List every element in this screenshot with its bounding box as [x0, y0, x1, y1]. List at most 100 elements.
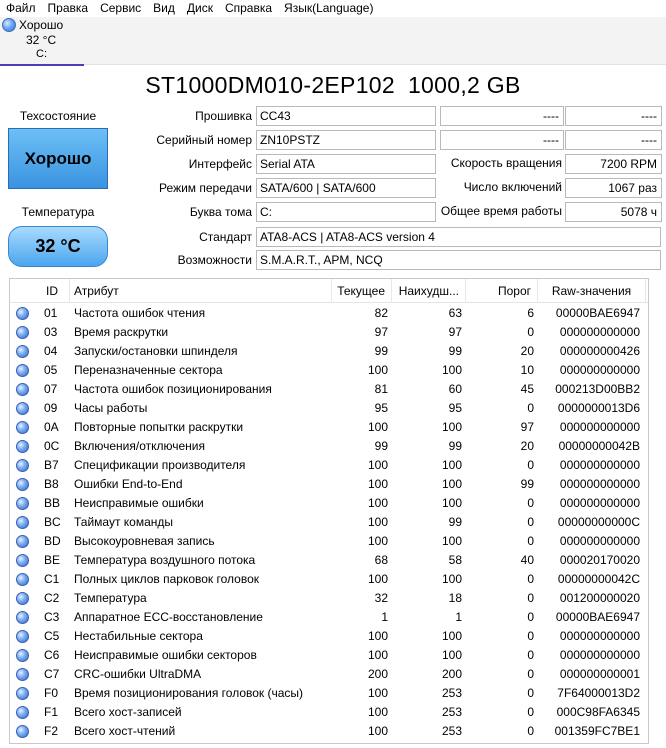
table-row[interactable]: C6 Неисправимые ошибки секторов 100 100 0 000… — [10, 646, 648, 665]
cell-worst: 95 — [448, 401, 462, 415]
reserved-1-field[interactable]: ---- — [565, 106, 662, 126]
cell-thr: 0 — [527, 724, 534, 738]
raw-column-header[interactable]: Raw-значения — [538, 279, 646, 303]
cell-thr: 0 — [527, 515, 534, 529]
cell-raw: 000000000000 — [559, 458, 640, 472]
cell-cur: 100 — [367, 629, 388, 643]
cell-name: Температура — [74, 591, 147, 605]
table-row[interactable]: B7 Спецификации производителя 100 100 0 00000… — [10, 456, 648, 475]
cell-name: Повторные попытки раскрутки — [74, 420, 244, 434]
cell-worst: 1 — [455, 610, 462, 624]
cell-thr: 0 — [527, 648, 534, 662]
drive-letter-field[interactable]: C: — [256, 202, 436, 222]
menu-file[interactable]: Файл — [0, 0, 42, 17]
drive-letter-label: Буква тома — [189, 205, 252, 219]
cell-thr: 99 — [520, 477, 534, 491]
power-on-count-field[interactable]: 1067 раз — [565, 178, 662, 198]
temperature-value-button[interactable]: 32 °C — [8, 226, 108, 267]
table-row[interactable]: F2 Всего хост-чтений 100 253 0 001359FC7BE1 — [10, 722, 648, 741]
cell-name: Полных циклов парковок головок — [74, 572, 260, 586]
menu-help[interactable]: Справка — [219, 0, 278, 17]
table-row[interactable]: BE Температура воздушного потока 68 58 40 000… — [10, 551, 648, 570]
smart-attributes-table[interactable]: ID Атрибут Текущее Наихудш... Порог Raw-значе… — [9, 278, 649, 744]
menu-disk[interactable]: Диск — [181, 0, 219, 17]
menu-bar: Файл Правка Сервис Вид Диск Справка Язык(Langu… — [0, 0, 666, 17]
cell-name: Нестабильные сектора — [74, 629, 203, 643]
table-row[interactable]: 09 Часы работы 95 95 0 0000000013D6 — [10, 399, 648, 418]
cell-thr: 20 — [520, 439, 534, 453]
table-row[interactable]: BD Высокоуровневая запись 100 100 0 000000000… — [10, 532, 648, 551]
table-row[interactable]: BB Неисправимые ошибки 100 100 0 000000000000 — [10, 494, 648, 513]
cell-name: Переназначенные сектора — [74, 363, 223, 377]
cell-cur: 82 — [374, 306, 388, 320]
status-dot-icon — [16, 611, 29, 624]
id-column-header[interactable]: ID — [34, 279, 70, 303]
table-row[interactable]: C2 Температура 32 18 0 001200000020 — [10, 589, 648, 608]
threshold-column-header[interactable]: Порог — [466, 279, 538, 303]
cell-id: BE — [44, 553, 61, 567]
table-row[interactable]: 01 Частота ошибок чтения 82 63 6 00000BAE6947 — [10, 304, 648, 323]
drive-tab-c[interactable]: Хорошо 32 °C C: — [0, 17, 84, 66]
cell-raw: 0000000013D6 — [557, 401, 640, 415]
cell-worst: 58 — [448, 553, 462, 567]
drive-tab-status-text: Хорошо — [19, 18, 64, 32]
cell-name: Ошибки End-to-End — [74, 477, 183, 491]
cell-id: BC — [44, 515, 61, 529]
cell-raw: 000000000426 — [559, 344, 640, 358]
table-row[interactable]: 0C Включения/отключения 99 99 20 00000000042B — [10, 437, 648, 456]
cell-name: Аппаратное ECC-восстановление — [74, 610, 263, 624]
table-row[interactable]: 04 Запуски/остановки шпинделя 99 99 20 000000… — [10, 342, 648, 361]
status-dot-icon — [16, 573, 29, 586]
table-row[interactable]: C1 Полных циклов парковок головок 100 100 0 0… — [10, 570, 648, 589]
reserved-2-field[interactable]: ---- — [565, 130, 662, 150]
firmware-field[interactable]: CC43 — [256, 106, 436, 126]
status-dot-icon — [16, 630, 29, 643]
cell-id: C5 — [44, 629, 60, 643]
transfer-mode-field[interactable]: SATA/600 | SATA/600 — [256, 178, 436, 198]
table-row[interactable]: 03 Время раскрутки 97 97 0 000000000000 — [10, 323, 648, 342]
current-column-header[interactable]: Текущее — [332, 279, 392, 303]
menu-view[interactable]: Вид — [147, 0, 181, 17]
attribute-column-header[interactable]: Атрибут — [70, 279, 332, 303]
power-on-hours-field[interactable]: 5078 ч — [565, 202, 662, 222]
status-dot-icon — [16, 706, 29, 719]
table-row[interactable]: 07 Частота ошибок позиционирования 81 60 45 0… — [10, 380, 648, 399]
cell-thr: 0 — [527, 667, 534, 681]
cell-id: C1 — [44, 572, 60, 586]
table-row[interactable]: C5 Нестабильные сектора 100 100 0 00000000000… — [10, 627, 648, 646]
menu-tools[interactable]: Сервис — [94, 0, 147, 17]
cell-thr: 0 — [527, 610, 534, 624]
status-dot-icon — [16, 687, 29, 700]
health-label: Техсостояние — [19, 109, 97, 123]
status-dot-icon — [16, 326, 29, 339]
features-field[interactable]: S.M.A.R.T., APM, NCQ — [256, 250, 661, 270]
rotation-speed-label: Скорость вращения — [450, 156, 562, 170]
standard-field[interactable]: ATA8-ACS | ATA8-ACS version 4 — [256, 227, 661, 247]
interface-field[interactable]: Serial ATA — [256, 154, 436, 174]
cell-raw: 000000000000 — [559, 496, 640, 510]
table-row[interactable]: 05 Переназначенные сектора 100 100 10 0000000… — [10, 361, 648, 380]
cell-thr: 0 — [527, 401, 534, 415]
cell-raw: 000020170020 — [559, 553, 640, 567]
table-row[interactable]: BC Таймаут команды 100 99 0 00000000000C — [10, 513, 648, 532]
table-row[interactable]: 0A Повторные попытки раскрутки 100 100 97 000… — [10, 418, 648, 437]
status-dot-icon — [16, 516, 29, 529]
cell-name: Часы работы — [74, 401, 148, 415]
table-row[interactable]: F0 Время позиционирования головок (часы) 1… — [10, 684, 648, 703]
features-label: Возможности — [177, 253, 252, 267]
cell-worst: 99 — [448, 344, 462, 358]
menu-edit[interactable]: Правка — [42, 0, 95, 17]
table-row[interactable]: B8 Ошибки End-to-End 100 100 99 000000000000 — [10, 475, 648, 494]
table-row[interactable]: F1 Всего хост-записей 100 253 0 000C98FA6345 — [10, 703, 648, 722]
health-status-button[interactable]: Хорошо — [8, 128, 108, 189]
rotation-speed-field[interactable]: 7200 RPM — [565, 154, 662, 174]
table-row[interactable]: C3 Аппаратное ECC-восстановление 1 1 0 00000B… — [10, 608, 648, 627]
table-row[interactable]: C7 CRC-ошибки UltraDMA 200 200 0 000000000001 — [10, 665, 648, 684]
cell-raw: 000000000000 — [559, 420, 640, 434]
cell-id: 03 — [44, 325, 58, 339]
interface-label: Интерфейс — [188, 157, 252, 171]
serial-number-field[interactable]: ZN10PSTZ — [256, 130, 436, 150]
cell-raw: 000000000001 — [559, 667, 640, 681]
menu-language[interactable]: Язык(Language) — [278, 0, 379, 17]
worst-column-header[interactable]: Наихудш... — [392, 279, 466, 303]
